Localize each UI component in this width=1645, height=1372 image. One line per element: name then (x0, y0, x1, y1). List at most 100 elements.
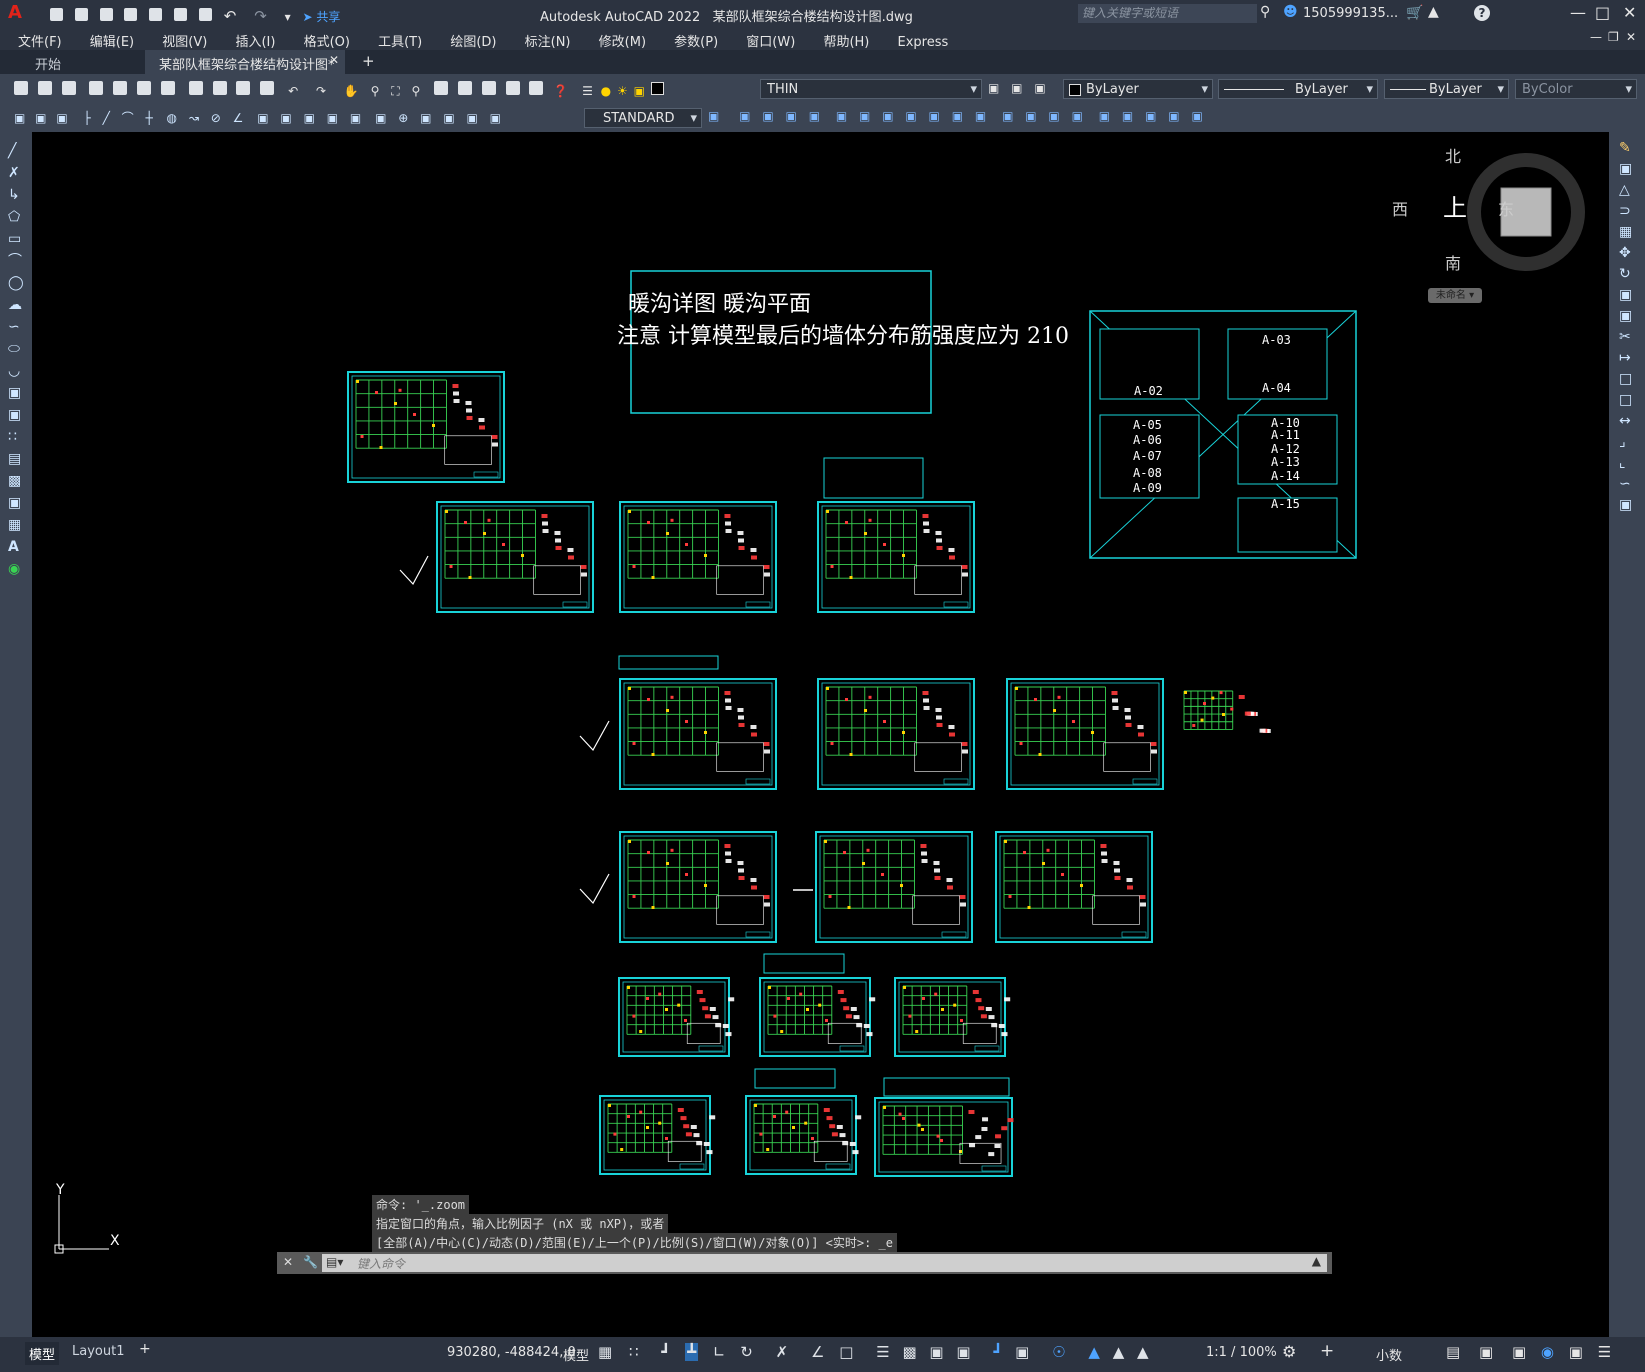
cut-icon[interactable] (188, 81, 203, 95)
menu-express[interactable]: Express (898, 35, 949, 50)
add-selected-icon[interactable]: ◉ (8, 558, 24, 580)
continue-dim-icon[interactable]: ▣ (304, 111, 315, 125)
command-up-icon[interactable]: ▲ (1312, 1254, 1321, 1268)
add-layout-icon[interactable]: + (139, 1341, 151, 1357)
save-icon[interactable] (99, 8, 113, 21)
save-as-icon[interactable] (124, 8, 138, 21)
qnew-icon[interactable] (14, 81, 28, 95)
wcs-menu[interactable]: 未命名 ▾ (1428, 288, 1482, 303)
viewcube-north[interactable]: 北 (1445, 143, 1461, 167)
center-mark-icon[interactable]: ⊕ (398, 111, 408, 125)
viewport-icon[interactable]: ▣ (1099, 109, 1110, 123)
point-icon[interactable]: ∷ (8, 426, 24, 448)
delete-constraints-icon[interactable]: ▣ (952, 109, 963, 123)
annotation-monitor-icon[interactable]: + (1320, 1341, 1334, 1361)
new-tab-icon[interactable]: + (362, 52, 375, 70)
make-current-icon[interactable]: ▣ (988, 81, 999, 95)
grid-icon[interactable]: ▦ (598, 1343, 612, 1361)
copy-object-icon[interactable]: ▣ (1619, 159, 1632, 180)
clean-screen-icon[interactable]: ▣ (1569, 1343, 1583, 1361)
mirror-icon[interactable]: △ (1619, 180, 1632, 201)
ortho-icon[interactable]: ∟ (713, 1343, 726, 1361)
tab-start[interactable]: 开始 (35, 54, 61, 73)
polygon-icon[interactable]: ⬠ (8, 206, 24, 228)
render-icon[interactable]: ▣ (1025, 109, 1036, 123)
3d-osnap-icon[interactable]: ▣ (956, 1343, 970, 1361)
units-dropdown[interactable]: 小数 (1376, 1345, 1402, 1364)
print-icon[interactable] (89, 81, 104, 95)
jogged-linear-icon[interactable]: ▣ (443, 111, 454, 125)
zoom-window-icon[interactable]: ⛶ (391, 84, 399, 98)
mtext-icon[interactable]: A (8, 536, 24, 558)
lights-icon[interactable]: ▣ (1072, 109, 1083, 123)
auto-constrain-icon[interactable]: ▣ (882, 109, 893, 123)
ellipse-arc-icon[interactable]: ◡ (8, 360, 24, 382)
viewcube-east[interactable]: 东 (1498, 196, 1514, 220)
dim-edit-icon[interactable]: ▣ (467, 111, 478, 125)
save-to-web-icon[interactable] (174, 8, 188, 21)
arc-length-icon[interactable]: ⌒ (122, 111, 134, 125)
array-icon[interactable]: ▦ (1619, 222, 1632, 243)
layer-previous-icon[interactable]: ▣ (1011, 81, 1022, 95)
coordinates-readout[interactable]: 930280, -488424, 0 (447, 1345, 576, 1360)
jogged-dim-icon[interactable]: ↝ (189, 111, 199, 125)
gradient-icon[interactable]: ▩ (8, 470, 24, 492)
rectangle-icon[interactable]: ▭ (8, 228, 24, 250)
qopen-icon[interactable] (37, 81, 52, 95)
copy-icon[interactable] (212, 81, 227, 95)
group-icon[interactable]: ▣ (739, 109, 750, 123)
show-constraints-icon[interactable]: ▣ (905, 109, 916, 123)
insert-block-icon[interactable]: ▣ (8, 382, 24, 404)
parametric-icon[interactable]: ▣ (836, 109, 847, 123)
fly-icon[interactable]: ▣ (1191, 109, 1202, 123)
infer-constraints-icon[interactable]: ┛ (661, 1343, 670, 1361)
blend-curves-icon[interactable]: ∽ (1619, 474, 1632, 495)
minimize-icon[interactable]: — (1570, 3, 1586, 22)
hide-constraints-icon[interactable]: ▣ (929, 109, 940, 123)
selection-cycling-icon[interactable]: ▣ (929, 1343, 943, 1361)
open-from-web-icon[interactable] (149, 8, 163, 21)
lineweight-icon[interactable]: ☰ (876, 1343, 889, 1361)
move-icon[interactable]: ✥ (1619, 243, 1632, 264)
menu-dimension[interactable]: 标注(N) (525, 31, 571, 50)
menu-draw[interactable]: 绘图(D) (450, 31, 496, 50)
publish-icon[interactable] (137, 81, 152, 95)
params-manager-icon[interactable]: ▣ (975, 109, 986, 123)
construction-line-icon[interactable]: ✗ (8, 162, 24, 184)
annotation-visibility-icon[interactable]: ▲ (1088, 1343, 1100, 1361)
snap-icon[interactable]: ∷ (629, 1343, 639, 1361)
hatch-tool-icon[interactable]: ▣ (35, 111, 46, 125)
layer-dropdown[interactable]: THIN (760, 79, 982, 100)
sun-icon[interactable]: ☀ (617, 84, 628, 98)
doc-restore-icon[interactable]: ❐ (1608, 30, 1619, 44)
close-icon[interactable]: ✕ (1623, 3, 1636, 22)
dynamic-input-icon[interactable]: ┻ (685, 1343, 699, 1361)
layout-icon[interactable]: ▣ (1122, 109, 1133, 123)
3dprint-icon[interactable] (160, 81, 175, 95)
autocad-logo[interactable]: A (8, 4, 26, 22)
rotate-icon[interactable]: ↻ (1619, 264, 1632, 285)
help-icon[interactable]: ? (1474, 5, 1490, 21)
layer-walk-icon[interactable]: ▣ (56, 111, 67, 125)
gizmo-icon[interactable]: ☉ (1052, 1343, 1065, 1361)
viewcube-south[interactable]: 南 (1445, 250, 1461, 274)
paste-icon[interactable] (236, 81, 251, 95)
user-name[interactable]: 1505999135... (1303, 6, 1398, 21)
viewcube-west[interactable]: 西 (1392, 196, 1408, 220)
polyline-icon[interactable]: ↳ (8, 184, 24, 206)
a360-icon[interactable]: ▲ (1428, 4, 1439, 20)
menu-help[interactable]: 帮助(H) (823, 31, 869, 50)
command-close-icon[interactable]: ✕ (283, 1255, 293, 1269)
model-space-canvas[interactable]: 北 南 西 东 上 未命名 ▾ 暖沟详图 暖沟平面 注意 计算模型最后的墙体分布… (32, 132, 1609, 1337)
dim-text-edit-icon[interactable]: ▣ (490, 111, 501, 125)
chamfer-icon[interactable]: ⌟ (1619, 432, 1632, 453)
open-icon[interactable] (74, 8, 88, 21)
ortho-draw-icon[interactable]: ▣ (1002, 109, 1013, 123)
lock-icon[interactable]: ▣ (634, 84, 645, 98)
revision-cloud-icon[interactable]: ☁ (8, 294, 24, 316)
annotation-scale-icon[interactable]: ▲ (1137, 1343, 1149, 1361)
menu-window[interactable]: 窗口(W) (746, 31, 795, 50)
spline-icon[interactable]: ∽ (8, 316, 24, 338)
walk-icon[interactable]: ▣ (1168, 109, 1179, 123)
diameter-dim-icon[interactable]: ⊘ (211, 111, 221, 125)
